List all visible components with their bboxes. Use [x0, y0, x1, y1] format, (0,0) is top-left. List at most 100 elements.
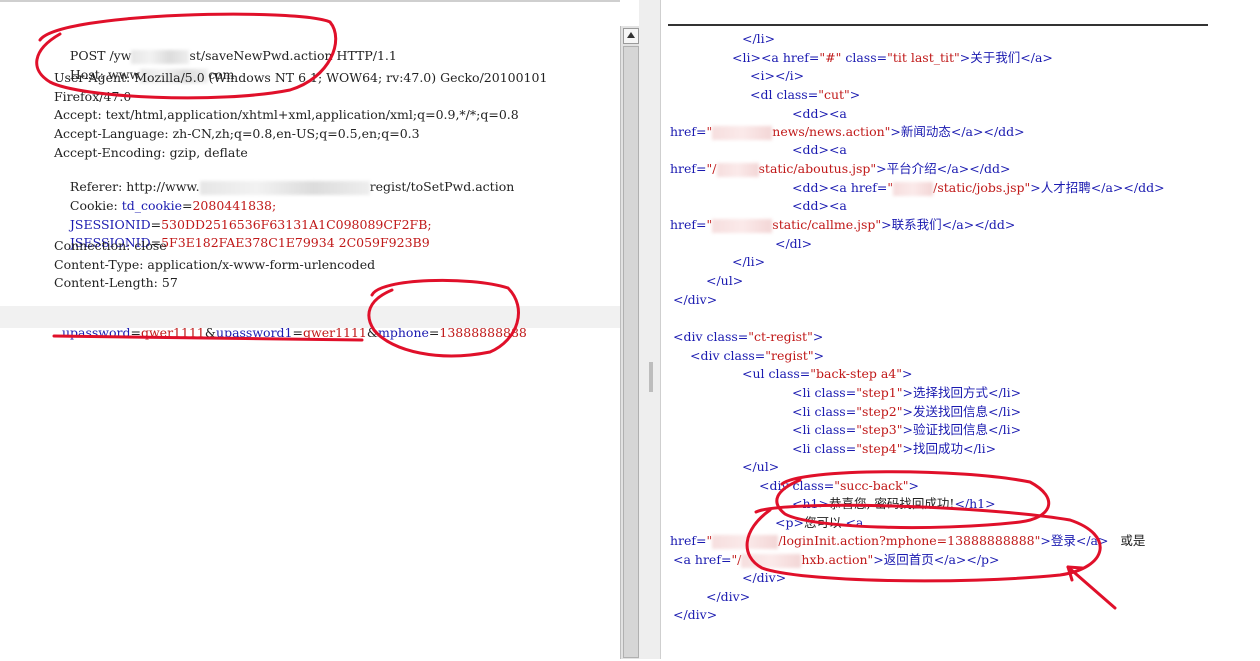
code-string: "step4" [856, 441, 903, 456]
content-length-header: Content-Length: 57 [54, 275, 178, 290]
code-line: <a href="/ hxb.action">返回首页</a></p> [673, 552, 1000, 568]
code-line: <li class="step2">发送找回信息</li> [792, 404, 1021, 420]
code-line: <div class="succ-back"> [759, 478, 919, 494]
code-tag: <li class= [792, 422, 857, 437]
code-tag: > [902, 366, 913, 381]
request-body[interactable]: upassword=qwer1111&upassword1=qwer1111&m… [54, 309, 527, 341]
code-tag: > [849, 87, 861, 102]
scroll-thumb[interactable] [623, 46, 639, 658]
code-line: <dd><a [792, 142, 847, 157]
code-text: 您可以 [803, 515, 842, 530]
code-tag: >关于我们</a> [959, 50, 1053, 65]
pane-splitter[interactable] [639, 0, 661, 659]
code-attr: class= [841, 50, 888, 65]
code-line: <div class="ct-regist"> [673, 329, 823, 345]
param-mphone-value: 13888888888 [439, 325, 527, 340]
code-tag: <ul class= [742, 366, 811, 381]
code-string: "#" [819, 50, 842, 65]
code-line: <dd><a href="/static/jobs.jsp">人才招聘</a><… [792, 180, 1165, 196]
content-type-header: Content-Type: application/x-www-form-url… [54, 257, 376, 272]
code-tag: <dl class= [750, 87, 819, 102]
code-string: /static/jobs.jsp" [933, 180, 1031, 195]
code-string: "/ [731, 552, 742, 567]
code-tag: >返回首页</a></p> [873, 552, 1000, 567]
response-top-rule [668, 24, 1208, 26]
code-line: <li class="step3">验证找回信息</li> [792, 422, 1021, 438]
code-string: static/callme.jsp" [772, 217, 882, 232]
code-line: </div> [742, 570, 787, 585]
code-string: "step1" [856, 385, 903, 400]
code-tag: > [908, 478, 919, 493]
code-tag: >人才招聘</a></dd> [1030, 180, 1165, 195]
code-tag: <div class= [759, 478, 835, 493]
code-tag: > [813, 348, 825, 363]
code-attr: href= [670, 217, 707, 232]
accept-language-header: Accept-Language: zh-CN,zh;q=0.8,en-US;q=… [54, 126, 420, 141]
code-line: <div class="regist"> [690, 348, 824, 364]
code-line: </li> [732, 254, 766, 269]
referer-path: regist/toSetPwd.action [369, 179, 515, 194]
redacted-block [712, 218, 773, 233]
code-attr: href= [670, 124, 707, 139]
user-agent-cont: Firefox/47.0 [54, 89, 132, 104]
code-tag: > [812, 329, 824, 344]
param-upassword-key: upassword [61, 325, 131, 340]
request-scrollbar[interactable] [620, 26, 639, 659]
code-line: <li><a href="#" class="tit last_tit">关于我… [732, 50, 1053, 66]
code-tag: <a [845, 515, 864, 530]
code-attr: href= [670, 161, 707, 176]
code-tag: >找回成功</li> [902, 441, 997, 456]
code-line: </div> [673, 607, 718, 622]
code-tag: >登录</a> [1040, 533, 1109, 548]
code-tag: >联系我们</a></dd> [881, 217, 1016, 232]
code-tag: <li class= [792, 385, 857, 400]
code-line: </ul> [742, 459, 780, 474]
code-line: href=" static/callme.jsp">联系我们</a></dd> [670, 217, 1015, 233]
code-line: <li class="step4">找回成功</li> [792, 441, 996, 457]
code-tag: <a href= [673, 552, 732, 567]
success-message: 恭喜您, 密码找回成功! [828, 496, 955, 511]
code-tag: >验证找回信息</li> [902, 422, 1022, 437]
code-line: <i></i> [750, 68, 805, 83]
redacted-block [716, 162, 759, 177]
code-line: <dl class="cut"> [750, 87, 860, 103]
redacted-block [741, 553, 802, 568]
code-line-success-heading: <h1>恭喜您, 密码找回成功!</h1> [792, 496, 996, 512]
code-line-login-link: href="/loginInit.action?mphone=138888888… [670, 533, 1145, 549]
code-line: </li> [742, 31, 776, 46]
scroll-up-arrow-icon[interactable] [623, 28, 639, 44]
redacted-block [712, 534, 779, 549]
code-tag: <li class= [792, 404, 857, 419]
param-upassword1-key: upassword1 [216, 325, 293, 340]
code-line: <dd><a [792, 106, 847, 121]
param-eq: = [428, 325, 440, 340]
login-url: /loginInit.action?mphone=13888888888" [778, 533, 1041, 548]
code-line: </ul> [706, 273, 744, 288]
code-string: "regist" [765, 348, 814, 363]
code-string: static/aboutus.jsp" [758, 161, 877, 176]
redacted-block [712, 125, 773, 140]
code-tag: <dd><a href= [792, 180, 888, 195]
code-line: </div> [673, 292, 718, 307]
code-text: 或是 [1120, 533, 1146, 548]
param-upassword-value: qwer1111 [140, 325, 205, 340]
redacted-block [893, 181, 934, 196]
code-tag: >选择找回方式</li> [902, 385, 1022, 400]
code-tag: >发送找回信息</li> [902, 404, 1022, 419]
code-string: hxb.action" [801, 552, 874, 567]
code-tag: </h1> [954, 496, 996, 511]
code-string: "tit last_tit" [887, 50, 960, 65]
code-line: </dl> [775, 236, 813, 251]
code-tag: <h1> [792, 496, 829, 511]
code-line: href="/ static/aboutus.jsp">平台介绍</a></dd> [670, 161, 1010, 177]
code-string: "ct-regist" [748, 329, 813, 344]
splitter-grip-icon[interactable] [649, 362, 653, 392]
code-string: "succ-back" [834, 478, 909, 493]
user-agent-header: User-Agent: Mozilla/5.0 (Windows NT 6.1;… [54, 70, 548, 85]
accept-header: Accept: text/html,application/xhtml+xml,… [54, 107, 519, 122]
code-line: <ul class="back-step a4"> [742, 366, 912, 382]
code-string: "back-step a4" [810, 366, 902, 381]
code-string: "step2" [856, 404, 903, 419]
code-line: <li class="step1">选择找回方式</li> [792, 385, 1021, 401]
param-mphone-key: mphone [378, 325, 429, 340]
